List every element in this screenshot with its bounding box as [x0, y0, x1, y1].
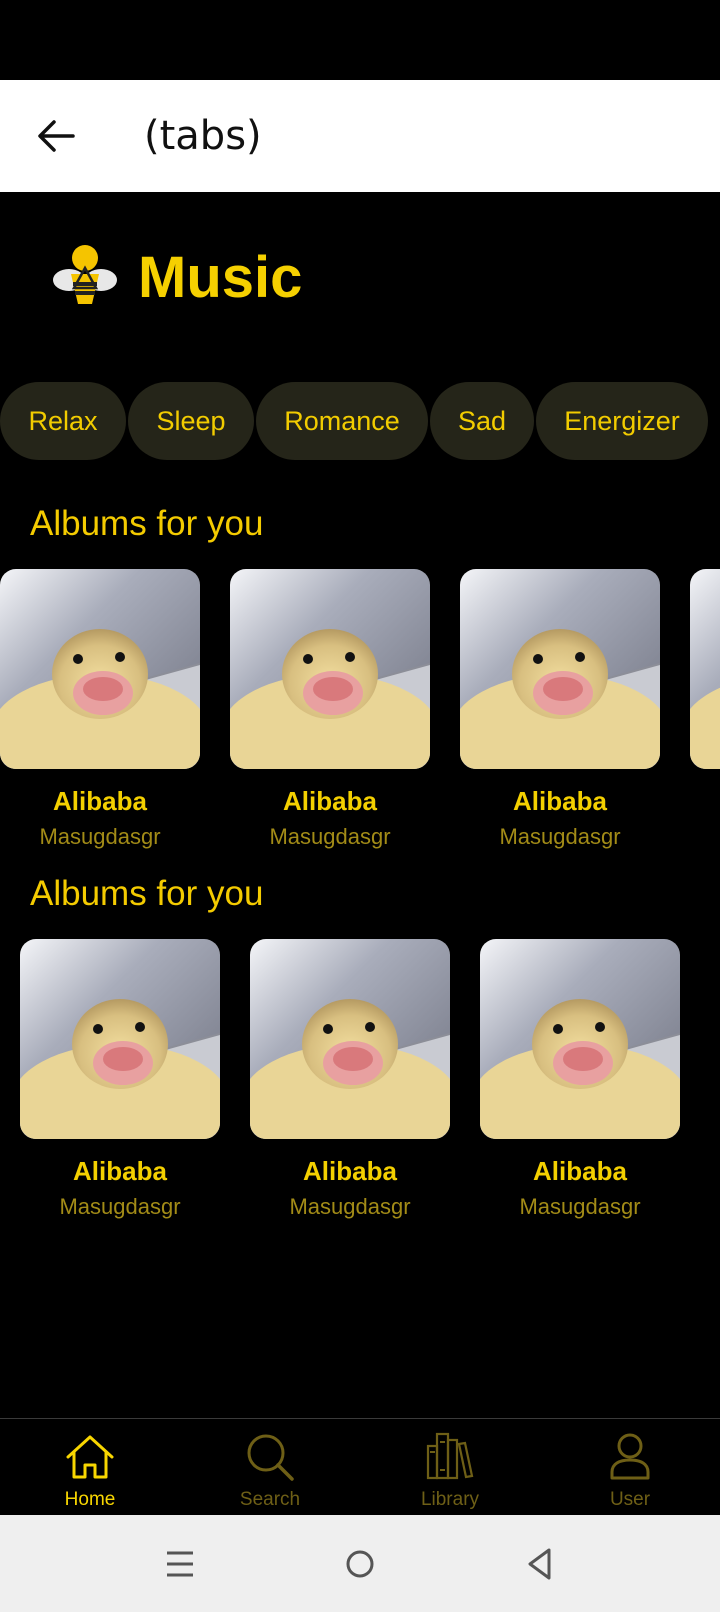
album-cover [460, 569, 660, 769]
nav-label: Library [420, 1489, 480, 1510]
album-name: Alibaba [283, 786, 377, 816]
mood-chips: Relax Sleep Romance Sad Energizer [0, 382, 710, 460]
album-artist: Masugdasgr [519, 1194, 641, 1219]
nav-search[interactable]: Search [180, 1419, 360, 1515]
album-artist: Masugdasgr [39, 824, 161, 849]
album-cover [250, 939, 450, 1139]
home-button[interactable] [335, 1539, 385, 1589]
nav-user[interactable]: User [540, 1419, 720, 1515]
album-name: Alibaba [53, 786, 147, 816]
status-bar [0, 0, 720, 80]
bottom-nav: Home Search Library User [0, 1418, 720, 1515]
main-content: Music Relax Sleep Romance Sad Energizer … [0, 192, 720, 1418]
home-icon [62, 1429, 118, 1485]
page-title: (tabs) [144, 113, 262, 159]
album-name: Alibaba [303, 1156, 397, 1186]
user-icon [602, 1429, 658, 1485]
album-artist: Masugdasgr [499, 824, 621, 849]
back-nav-button[interactable] [515, 1539, 565, 1589]
bee-logo-icon [53, 245, 117, 304]
chip-romance[interactable]: Romance [256, 382, 428, 460]
chip-relax[interactable]: Relax [0, 382, 126, 460]
album-cover [0, 569, 200, 769]
album-name: Alibaba [533, 1156, 627, 1186]
nav-label: Search [239, 1489, 301, 1510]
album-cover [690, 569, 720, 769]
album-card[interactable] [690, 569, 720, 869]
chip-energizer[interactable]: Energizer [536, 382, 708, 460]
arrow-left-icon [38, 120, 75, 152]
album-card[interactable]: Alibaba Masugdasgr [20, 939, 220, 1239]
back-button[interactable] [28, 108, 84, 164]
nav-label: User [609, 1489, 651, 1510]
album-name: Alibaba [513, 786, 607, 816]
chip-sleep[interactable]: Sleep [128, 382, 254, 460]
album-artist: Masugdasgr [59, 1194, 181, 1219]
section-title: Albums for you [30, 874, 264, 913]
nav-label: Home [64, 1489, 116, 1510]
album-card[interactable]: Alibaba Masugdasgr [230, 569, 430, 869]
album-artist: Masugdasgr [269, 824, 391, 849]
search-icon [242, 1429, 298, 1485]
album-card[interactable]: Alibaba Masugdasgr [480, 939, 680, 1239]
circle-icon [346, 1550, 374, 1578]
system-nav-bar [0, 1515, 720, 1612]
album-name: Alibaba [73, 1156, 167, 1186]
album-card[interactable]: Alibaba Masugdasgr [460, 569, 660, 869]
triangle-back-icon [528, 1548, 551, 1580]
album-cover [480, 939, 680, 1139]
nav-home[interactable]: Home [0, 1419, 180, 1515]
album-row: Alibaba Masugdasgr Alibaba Masugdasgr Al… [20, 939, 710, 1239]
recents-button[interactable] [155, 1539, 205, 1589]
nav-library[interactable]: Library [360, 1419, 540, 1515]
app-bar: (tabs) [0, 80, 720, 192]
brand-header: Music [52, 242, 302, 312]
brand-title: Music [138, 244, 303, 310]
album-cover [230, 569, 430, 769]
chip-sad[interactable]: Sad [430, 382, 534, 460]
album-row: Alibaba Masugdasgr Alibaba Masugdasgr Al… [0, 569, 720, 869]
section-title: Albums for you [30, 504, 264, 543]
album-card[interactable]: Alibaba Masugdasgr [250, 939, 450, 1239]
menu-icon [167, 1551, 193, 1577]
album-cover [20, 939, 220, 1139]
album-card[interactable]: Alibaba Masugdasgr [0, 569, 200, 869]
album-artist: Masugdasgr [289, 1194, 411, 1219]
library-icon [422, 1429, 478, 1485]
